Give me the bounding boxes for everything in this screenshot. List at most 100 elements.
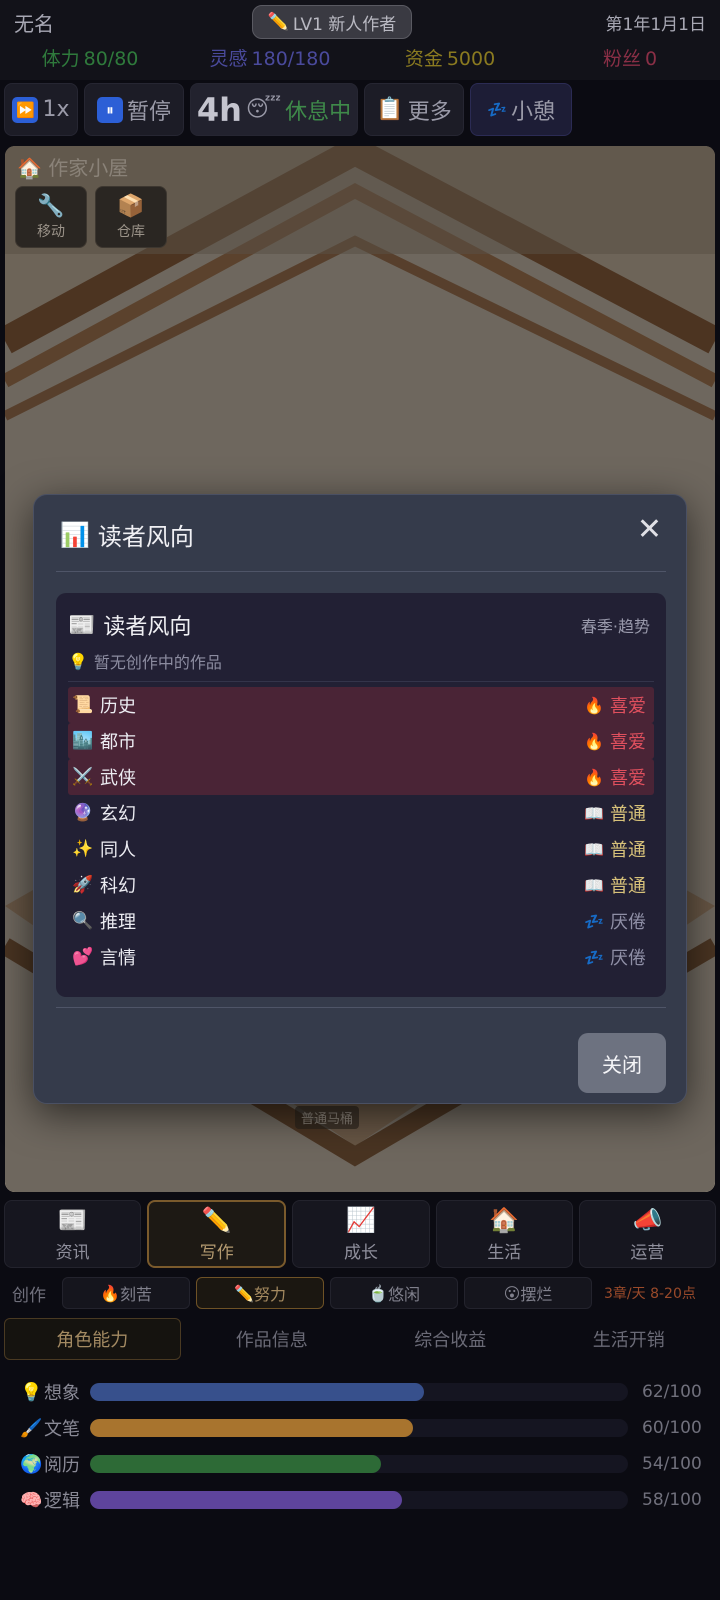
more-button[interactable]: 📋 更多 (364, 83, 464, 136)
rest-status-button[interactable]: 4h 😴 休息中 (190, 83, 358, 136)
sleep-icon: 💤 (487, 100, 507, 119)
divider (56, 571, 666, 572)
close-icon[interactable]: ✕ (637, 515, 662, 545)
genre-status: 喜爱 (610, 768, 646, 789)
level-badge[interactable]: ✏️ LV1 新人作者 (252, 5, 412, 39)
book-icon: 📖 (584, 839, 604, 859)
tab-expenses[interactable]: 生活开销 (542, 1318, 717, 1360)
divider (68, 681, 654, 682)
genre-name: 推理 (100, 912, 136, 933)
bulb-icon: 💡 (68, 651, 88, 671)
genre-name: 武侠 (100, 768, 136, 789)
house-icon: 🏠 (489, 1205, 520, 1234)
dialog-header: 📊 读者风向 ✕ (34, 495, 686, 571)
tab-abilities[interactable]: 角色能力 (4, 1318, 181, 1360)
tab-income[interactable]: 综合收益 (363, 1318, 538, 1360)
scroll-icon: 📜 (72, 695, 94, 715)
genre-row: 💕 言情 💤 厌倦 (68, 939, 654, 975)
globe-icon: 🌍 (20, 1453, 43, 1475)
sleep-icon: 💤 (584, 911, 604, 931)
ability-bar (90, 1455, 628, 1473)
ability-bar-fill (90, 1455, 381, 1473)
ability-bar-fill (90, 1383, 424, 1401)
speed-button[interactable]: ⏩ 1x (4, 83, 78, 136)
stats-row: 体力 80/80 灵感 180/180 资金 5000 粉丝 0 (0, 44, 720, 72)
level-text: LV1 新人作者 (292, 14, 397, 35)
panel-title: 📰 读者风向 (68, 612, 192, 641)
ability-list: 💡 想象 62/100 🖌️ 文笔 60/100 🌍 阅历 54/100 🧠 逻… (20, 1374, 710, 1518)
ability-bar (90, 1419, 628, 1437)
genre-status: 普通 (610, 840, 646, 861)
genre-row: ✨ 同人 📖 普通 (68, 831, 654, 867)
season-label: 春季·趋势 (580, 617, 650, 636)
stat-fans: 粉丝 0 (602, 48, 658, 70)
chart-icon: 📈 (346, 1205, 376, 1234)
info-tabs: 角色能力 作品信息 综合收益 生活开销 (4, 1318, 716, 1360)
genre-row: 🔍 推理 💤 厌倦 (68, 903, 654, 939)
crystal-ball-icon: 🔮 (72, 803, 94, 823)
sparkles-icon: ✨ (72, 839, 94, 859)
game-date: 第1年1月1日 (605, 15, 706, 35)
swords-icon: ⚔️ (72, 767, 94, 787)
nav-tab-news[interactable]: 📰 资讯 (4, 1200, 142, 1268)
move-button[interactable]: 🔧 移动 (15, 186, 87, 248)
fast-forward-icon: ⏩ (12, 96, 39, 123)
status-bar: 无名 ✏️ LV1 新人作者 第1年1月1日 体力 80/80 灵感 180/180… (0, 0, 720, 80)
sleepy-face-icon: 😴 (245, 97, 282, 122)
storage-button[interactable]: 📦 仓库 (95, 186, 167, 248)
pause-button[interactable]: ⏸ 暂停 (84, 83, 184, 136)
panel-hint: 💡 暂无创作中的作品 (68, 651, 222, 673)
genre-row: 🔮 玄幻 📖 普通 (68, 795, 654, 831)
ability-bar-fill (90, 1419, 413, 1437)
mode-effort[interactable]: ✏️ 努力 (196, 1277, 324, 1309)
bulb-icon: 💡 (20, 1381, 43, 1403)
scene-tools: 🔧 移动 📦 仓库 (15, 186, 167, 248)
mode-hardwork[interactable]: 🔥 刻苦 (62, 1277, 190, 1309)
genre-list: 📜 历史 🔥 喜爱 🏙️ 都市 🔥 喜爱 ⚔️ 武侠 🔥 喜爱 🔮 玄幻 📖 普通 ✨ 同人 📖 普通 🚀 科幻 📖 普通 🔍 推… (68, 687, 654, 975)
nav-tab-growth[interactable]: 📈 成长 (292, 1200, 430, 1268)
close-button[interactable]: 关闭 (578, 1033, 666, 1093)
ability-bar-fill (90, 1491, 403, 1509)
main-nav: 📰 资讯 ✏️ 写作 📈 成长 🏠 生活 📣 运营 (4, 1200, 717, 1268)
genre-row: 🏙️ 都市 🔥 喜爱 (68, 723, 654, 759)
book-icon: 📖 (584, 875, 604, 895)
fire-icon: 🔥 (584, 695, 604, 715)
nap-button[interactable]: 💤 小憩 (470, 83, 572, 136)
wrench-icon: 🔧 (37, 193, 65, 219)
genre-status: 普通 (610, 876, 646, 897)
genre-status: 厌倦 (610, 912, 646, 933)
mode-leisure[interactable]: 🍵 悠闲 (330, 1277, 458, 1309)
writing-rate: 3章/天 8-20点 (604, 1286, 696, 1302)
nav-tab-writing[interactable]: ✏️ 写作 (147, 1200, 287, 1268)
fire-icon: 🔥 (584, 731, 604, 751)
dialog-title: 📊 读者风向 (60, 520, 194, 552)
magnifier-icon: 🔍 (72, 911, 94, 931)
city-icon: 🏙️ (72, 731, 94, 751)
genre-name: 言情 (100, 948, 136, 969)
ability-bar (90, 1491, 628, 1509)
scene-title: 🏠 作家小屋 (17, 156, 129, 180)
nav-tab-operations[interactable]: 📣 运营 (578, 1200, 717, 1268)
genre-status: 喜爱 (610, 732, 646, 753)
divider (56, 1007, 666, 1008)
genre-name: 都市 (100, 732, 136, 753)
sleep-icon: 💤 (584, 947, 604, 967)
rocket-icon: 🚀 (72, 875, 94, 895)
brain-icon: 🧠 (20, 1489, 43, 1511)
nav-tab-life[interactable]: 🏠 生活 (435, 1200, 573, 1268)
megaphone-icon: 📣 (632, 1205, 663, 1234)
mode-slack[interactable]: 😮 摆烂 (464, 1277, 592, 1309)
fire-icon: 🔥 (584, 767, 604, 787)
genre-name: 科幻 (100, 876, 136, 897)
bar-chart-icon: 📊 (60, 520, 90, 549)
genre-status: 普通 (610, 804, 646, 825)
player-name: 无名 (14, 12, 54, 36)
object-label: 普通马桶 (295, 1106, 360, 1129)
pause-icon: ⏸ (96, 96, 123, 123)
clipboard-icon: 📋 (376, 97, 404, 122)
ability-bar (90, 1383, 628, 1401)
genre-row: ⚔️ 武侠 🔥 喜爱 (68, 759, 654, 795)
ability-logic: 🧠 逻辑 58/100 (20, 1489, 702, 1513)
hearts-icon: 💕 (72, 947, 94, 967)
tab-works[interactable]: 作品信息 (185, 1318, 360, 1360)
